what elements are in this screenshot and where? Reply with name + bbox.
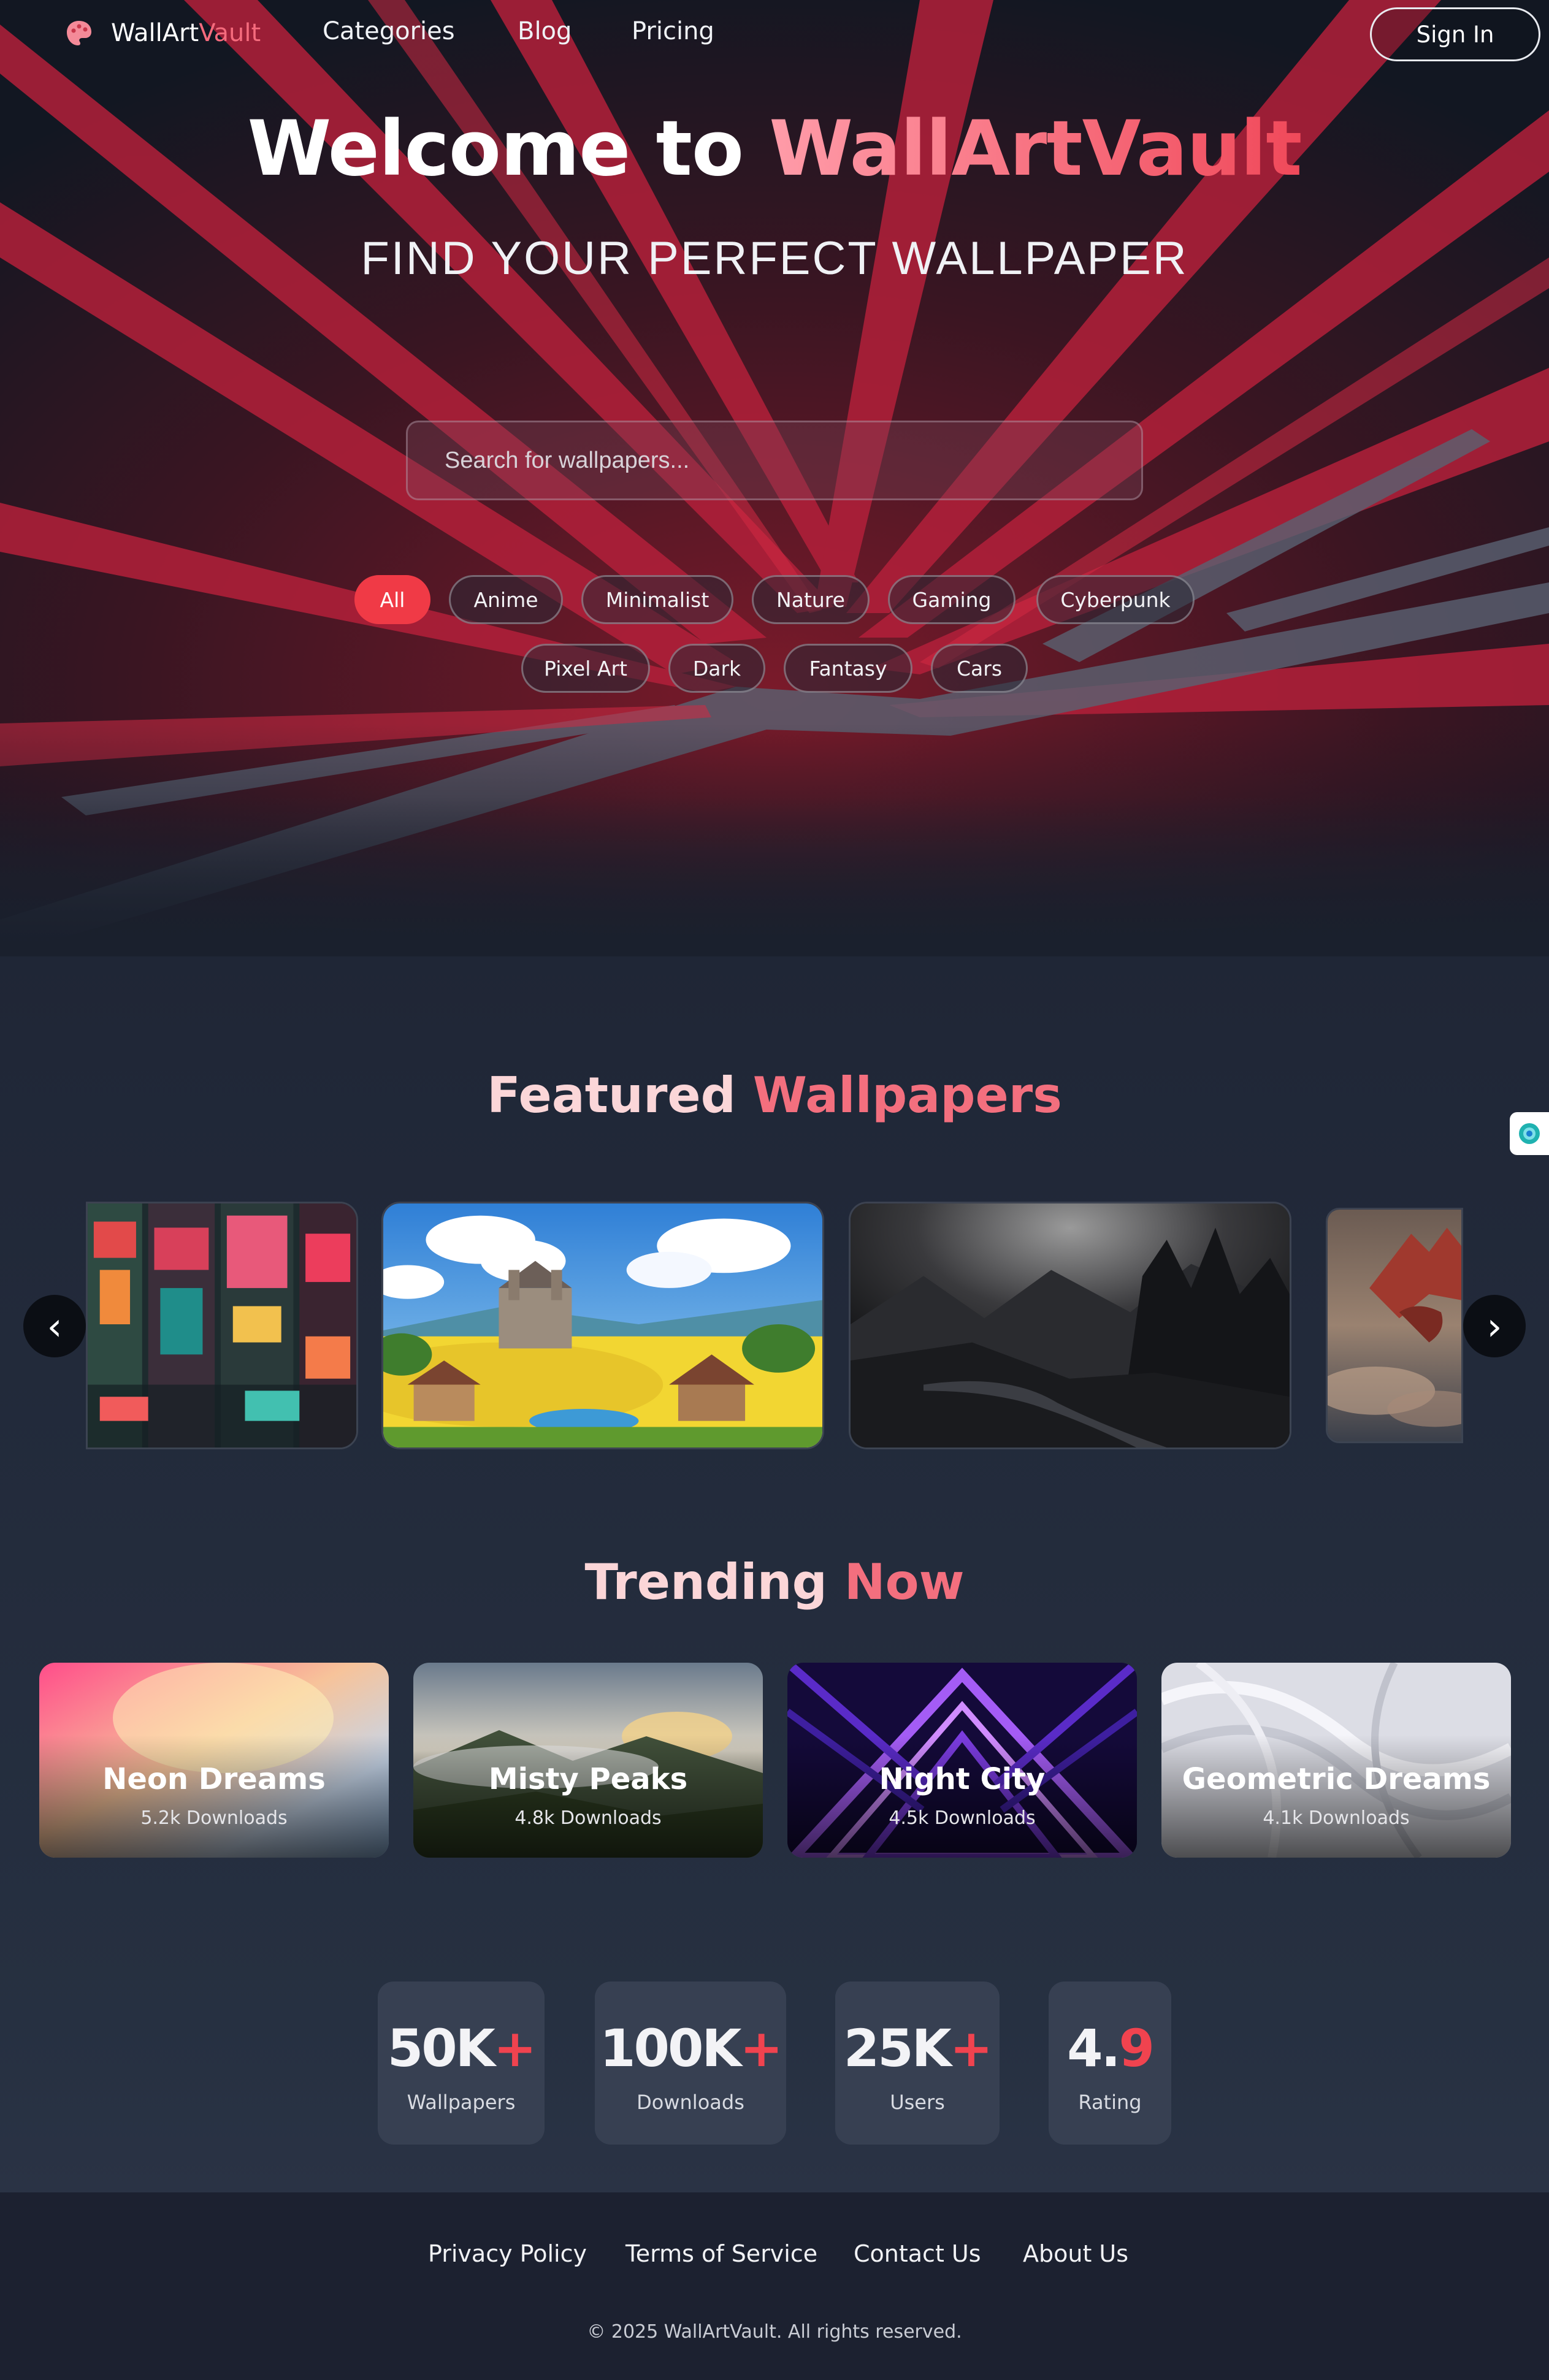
category-chip-fantasy[interactable]: Fantasy: [784, 644, 912, 693]
stat-value: 50K+: [378, 2018, 545, 2078]
brand-name-part1: WallArt: [111, 19, 199, 47]
trending-card-misty-peaks[interactable]: Misty Peaks 4.8k Downloads: [413, 1663, 763, 1858]
featured-wallpaper-dragon[interactable]: [1326, 1208, 1463, 1443]
brand-name: WallArtVault: [111, 19, 261, 47]
trending-card-downloads: 5.2k Downloads: [140, 1807, 288, 1829]
brand-logo[interactable]: WallArtVault: [64, 18, 261, 48]
featured-wallpaper-anime-village[interactable]: [381, 1202, 824, 1449]
trending-card-title: Neon Dreams: [102, 1762, 326, 1796]
trending-card-downloads: 4.5k Downloads: [889, 1807, 1036, 1829]
category-chip-nature[interactable]: Nature: [752, 575, 870, 624]
stat-suffix: +: [949, 2018, 993, 2078]
hero-title: Welcome to WallArtVault: [0, 103, 1549, 195]
category-chip-cars[interactable]: Cars: [931, 644, 1028, 693]
stat-label: Downloads: [637, 2091, 744, 2114]
stat-number-tail: 9: [1119, 2018, 1154, 2078]
stat-users: 25K+ Users: [835, 1981, 1000, 2145]
stat-label: Users: [890, 2091, 945, 2114]
stat-rating: 4.9 Rating: [1049, 1981, 1171, 2145]
stat-downloads: 100K+ Downloads: [595, 1981, 786, 2145]
hero-fade: [0, 797, 1549, 956]
featured-wallpaper-dark-valley[interactable]: [849, 1202, 1291, 1449]
hero-subtitle: FIND YOUR PERFECT WALLPAPER: [361, 232, 1188, 284]
stat-value: 100K+: [595, 2018, 786, 2078]
footer-link-contact[interactable]: Contact Us: [854, 2240, 981, 2267]
trending-title-part1: Trending: [584, 1554, 844, 1611]
trending-section-title: Trending Now: [0, 1554, 1549, 1611]
stat-value: 25K+: [835, 2018, 1000, 2078]
stat-wallpapers: 50K+ Wallpapers: [378, 1981, 545, 2145]
footer-link-privacy[interactable]: Privacy Policy: [428, 2240, 587, 2267]
carousel-next-button[interactable]: ›: [1463, 1295, 1526, 1357]
featured-section-title: Featured Wallpapers: [0, 1067, 1549, 1124]
category-chip-gaming[interactable]: Gaming: [888, 575, 1015, 624]
category-chip-cyberpunk[interactable]: Cyberpunk: [1036, 575, 1195, 624]
cyberpunk-city-image: [88, 1203, 356, 1447]
stat-suffix: +: [493, 2018, 537, 2078]
stat-number: 25K: [843, 2018, 952, 2078]
assistant-icon: [1519, 1123, 1540, 1144]
category-chip-pixel-art[interactable]: Pixel Art: [521, 644, 650, 693]
category-chip-all[interactable]: All: [354, 575, 430, 624]
hero-title-brand: WallArtVault: [769, 105, 1302, 193]
trending-card-neon-dreams[interactable]: Neon Dreams 5.2k Downloads: [39, 1663, 389, 1858]
stat-number: 100K: [600, 2018, 741, 2078]
top-navbar: WallArtVault Categories Blog Pricing Sig…: [0, 0, 1549, 67]
trending-card-title: Geometric Dreams: [1182, 1762, 1491, 1796]
card-overlay: [413, 1735, 763, 1858]
trending-card-geometric-dreams[interactable]: Geometric Dreams 4.1k Downloads: [1161, 1663, 1511, 1858]
featured-wallpaper-cyberpunk-city[interactable]: [86, 1202, 358, 1449]
trending-card-downloads: 4.1k Downloads: [1263, 1807, 1410, 1829]
palette-icon: [67, 21, 91, 45]
dragon-image: [1328, 1210, 1461, 1441]
anime-village-image: [383, 1203, 822, 1447]
featured-title-part1: Featured: [487, 1067, 753, 1124]
stat-number: 4.: [1067, 2018, 1120, 2078]
hero-title-part1: Welcome to: [247, 105, 770, 193]
copyright-text: © 2025 WallArtVault. All rights reserved…: [587, 2321, 962, 2343]
nav-link-pricing[interactable]: Pricing: [632, 17, 714, 45]
card-overlay: [39, 1735, 389, 1858]
footer-link-about[interactable]: About Us: [1023, 2240, 1128, 2267]
floating-assistant-widget[interactable]: [1510, 1112, 1549, 1155]
category-chip-anime[interactable]: Anime: [449, 575, 563, 624]
stat-label: Rating: [1078, 2091, 1142, 2114]
stat-value: 4.9: [1049, 2018, 1171, 2078]
search-input[interactable]: [406, 421, 1143, 500]
brand-name-part2: Vault: [199, 19, 261, 47]
chevron-left-icon: ‹: [47, 1303, 63, 1349]
card-overlay: [1161, 1735, 1511, 1858]
category-chip-minimalist[interactable]: Minimalist: [581, 575, 733, 624]
sign-in-button[interactable]: Sign In: [1370, 7, 1540, 61]
featured-title-part2: Wallpapers: [752, 1067, 1062, 1124]
nav-link-categories[interactable]: Categories: [323, 17, 455, 45]
stat-label: Wallpapers: [407, 2091, 516, 2114]
stat-suffix: +: [740, 2018, 783, 2078]
trending-card-title: Night City: [879, 1762, 1046, 1796]
trending-title-part2: Now: [844, 1554, 965, 1611]
stat-number: 50K: [387, 2018, 495, 2078]
site-footer: Privacy Policy Terms of Service Contact …: [0, 2192, 1549, 2380]
trending-card-title: Misty Peaks: [488, 1762, 688, 1796]
chevron-right-icon: ›: [1486, 1303, 1502, 1349]
dark-valley-image: [851, 1203, 1290, 1447]
footer-link-terms[interactable]: Terms of Service: [625, 2240, 817, 2267]
trending-card-night-city[interactable]: Night City 4.5k Downloads: [787, 1663, 1137, 1858]
carousel-prev-button[interactable]: ‹: [23, 1295, 86, 1357]
card-overlay: [787, 1735, 1137, 1858]
nav-link-blog[interactable]: Blog: [518, 17, 572, 45]
category-chip-dark[interactable]: Dark: [668, 644, 765, 693]
trending-card-downloads: 4.8k Downloads: [514, 1807, 662, 1829]
